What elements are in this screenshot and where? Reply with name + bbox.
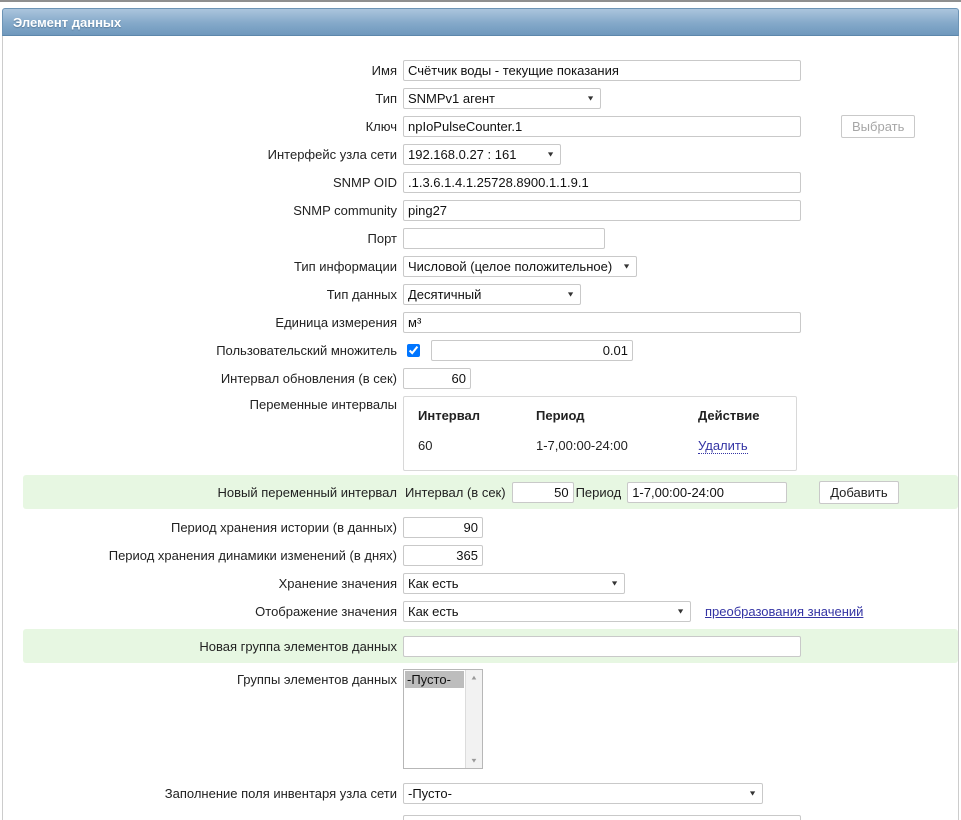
- row-key: Ключ Выбрать: [3, 112, 958, 140]
- row-data-type: Тип данных Десятичный ▼: [3, 280, 958, 308]
- new-interval-period-label: Период: [575, 484, 622, 500]
- row-next-partial: [3, 815, 958, 820]
- snmp-oid-input[interactable]: [403, 171, 801, 193]
- units-label: Единица измерения: [275, 314, 397, 330]
- listbox-option-empty[interactable]: -Пусто-: [405, 671, 464, 688]
- interface-select[interactable]: 192.168.0.27 : 161: [403, 143, 561, 165]
- new-application-label: Новая группа элементов данных: [199, 638, 397, 654]
- period-cell: 1-7,00:00-24:00: [536, 438, 628, 453]
- scroll-up-icon[interactable]: ▲: [470, 674, 478, 681]
- history-input[interactable]: [403, 516, 483, 538]
- new-application-input[interactable]: [403, 635, 801, 657]
- inventory-field-select[interactable]: -Пусто-: [403, 782, 763, 804]
- multiplier-label: Пользовательский множитель: [216, 342, 397, 358]
- scroll-down-icon[interactable]: ▼: [470, 757, 478, 764]
- new-interval-seconds-label: Интервал (в сек): [405, 484, 506, 500]
- type-label: Тип: [375, 90, 397, 106]
- port-input[interactable]: [403, 227, 605, 249]
- interface-label: Интерфейс узла сети: [267, 146, 397, 162]
- item-form-widget: Элемент данных Имя Тип SNMPv1 агент ▼: [2, 8, 959, 820]
- next-partial-label: [3, 815, 403, 820]
- info-type-label: Тип информации: [293, 258, 397, 274]
- flexible-intervals-label: Переменные интервалы: [249, 397, 397, 412]
- show-value-label: Отображение значения: [255, 603, 397, 619]
- trends-label: Период хранения динамики изменений (в дн…: [108, 547, 397, 563]
- trends-input[interactable]: [403, 544, 483, 566]
- inventory-field-label: Заполнение поля инвентаря узла сети: [164, 785, 397, 801]
- row-flexible-intervals: Переменные интервалы Интервал Период Дей…: [3, 392, 958, 471]
- row-new-application: Новая группа элементов данных: [23, 629, 958, 663]
- page-title: Элемент данных: [13, 15, 122, 30]
- store-value-label: Хранение значения: [278, 575, 397, 591]
- select-key-button[interactable]: Выбрать: [841, 114, 916, 138]
- data-type-select[interactable]: Десятичный: [403, 283, 581, 305]
- listbox-scrollbar[interactable]: ▲ ▼: [465, 670, 482, 768]
- history-label: Период хранения истории (в данных): [170, 519, 397, 535]
- col-interval: Интервал: [418, 408, 481, 423]
- snmp-community-input[interactable]: [403, 199, 801, 221]
- new-interval-label: Новый переменный интервал: [217, 484, 398, 500]
- update-interval-input[interactable]: [403, 367, 471, 389]
- flexible-intervals-table: Интервал Период Действие 60 1-7,00:00-24…: [403, 396, 797, 471]
- row-update-interval: Интервал обновления (в сек): [3, 364, 958, 392]
- item-form: Имя Тип SNMPv1 агент ▼ Ключ Выбра: [2, 36, 959, 820]
- key-label: Ключ: [365, 118, 397, 134]
- units-input[interactable]: [403, 311, 801, 333]
- port-label: Порт: [367, 230, 397, 246]
- row-units: Единица измерения: [3, 308, 958, 336]
- show-value-select[interactable]: Как есть: [403, 600, 691, 622]
- flexible-intervals-header: Интервал Период Действие: [418, 405, 796, 435]
- new-interval-input[interactable]: [511, 481, 574, 503]
- applications-listbox[interactable]: -Пусто- ▲ ▼: [403, 669, 483, 769]
- update-interval-label: Интервал обновления (в сек): [220, 370, 397, 386]
- type-select[interactable]: SNMPv1 агент: [403, 87, 601, 109]
- add-interval-button[interactable]: Добавить: [819, 480, 899, 504]
- row-trends: Период хранения динамики изменений (в дн…: [3, 541, 958, 569]
- info-type-select[interactable]: Числовой (целое положительное): [403, 255, 637, 277]
- top-divider: [0, 0, 961, 2]
- row-type: Тип SNMPv1 агент ▼: [3, 84, 958, 112]
- row-name: Имя: [3, 56, 958, 84]
- row-show-value: Отображение значения Как есть ▼ преобраз…: [3, 597, 958, 625]
- value-mapping-link[interactable]: преобразования значений: [705, 604, 863, 619]
- row-interface: Интерфейс узла сети 192.168.0.27 : 161 ▼: [3, 140, 958, 168]
- row-store-value: Хранение значения Как есть ▼: [3, 569, 958, 597]
- key-input[interactable]: [403, 115, 801, 137]
- col-period: Период: [536, 408, 585, 423]
- name-input[interactable]: [403, 59, 801, 81]
- row-info-type: Тип информации Числовой (целое положител…: [3, 252, 958, 280]
- row-port: Порт: [3, 224, 958, 252]
- row-new-interval: Новый переменный интервал Интервал (в се…: [23, 475, 958, 509]
- snmp-oid-label: SNMP OID: [332, 174, 397, 190]
- applications-label: Группы элементов данных: [236, 672, 397, 687]
- next-partial-input[interactable]: [403, 815, 801, 820]
- new-interval-period-input[interactable]: [627, 481, 788, 503]
- row-multiplier: Пользовательский множитель: [3, 336, 958, 364]
- delete-interval-link[interactable]: Удалить: [698, 438, 748, 454]
- multiplier-checkbox[interactable]: [407, 343, 420, 357]
- row-snmp-oid: SNMP OID: [3, 168, 958, 196]
- row-snmp-community: SNMP community: [3, 196, 958, 224]
- col-action: Действие: [698, 408, 760, 423]
- row-history: Период хранения истории (в данных): [3, 513, 958, 541]
- name-label: Имя: [371, 62, 397, 78]
- row-applications: Группы элементов данных -Пусто- ▲ ▼: [3, 667, 958, 773]
- store-value-select[interactable]: Как есть: [403, 572, 625, 594]
- row-inventory-field: Заполнение поля инвентаря узла сети -Пус…: [3, 779, 958, 807]
- multiplier-input[interactable]: [431, 339, 633, 361]
- table-row: 60 1-7,00:00-24:00 Удалить: [418, 435, 796, 456]
- interval-cell: 60: [418, 438, 433, 453]
- data-type-label: Тип данных: [326, 286, 397, 302]
- widget-header: Элемент данных: [2, 8, 959, 36]
- snmp-community-label: SNMP community: [293, 202, 397, 218]
